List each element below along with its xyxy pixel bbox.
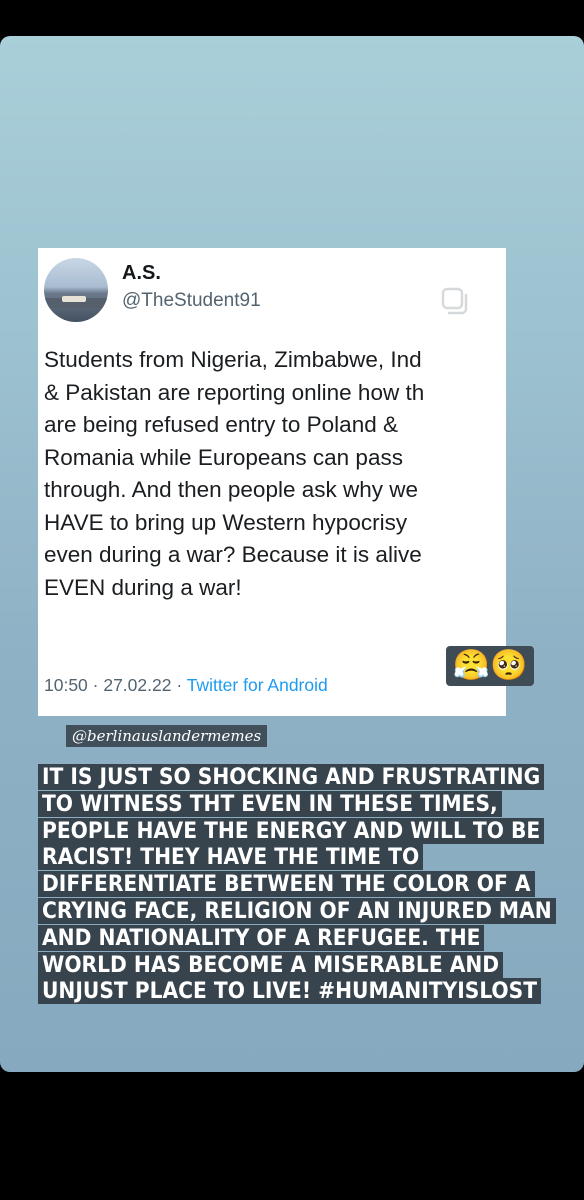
tweet-text: Students from Nigeria, Zimbabwe, Ind & P… bbox=[44, 347, 425, 600]
tweet-display-name: A.S. bbox=[122, 262, 161, 284]
emoji-sticker: 😤🥺 bbox=[446, 646, 534, 686]
watermark-handle: @berlinauslandermemes bbox=[66, 725, 268, 747]
tweet-timestamp: 10:50 · 27.02.22 · bbox=[44, 675, 187, 695]
tweet-source-link[interactable]: Twitter for Android bbox=[187, 675, 328, 695]
story-caption-text: IT IS JUST SO SHOCKING AND FRUSTRATING T… bbox=[38, 764, 556, 1005]
tweet-screenshot: A.S. @TheStudent91 Students from Nigeria… bbox=[38, 248, 506, 716]
story-background: A.S. @TheStudent91 Students from Nigeria… bbox=[0, 36, 584, 1072]
avatar bbox=[44, 258, 108, 322]
story-caption: IT IS JUST SO SHOCKING AND FRUSTRATING T… bbox=[38, 764, 558, 1005]
tweet-handle: @TheStudent91 bbox=[122, 290, 261, 311]
tweet-meta: 10:50 · 27.02.22 · Twitter for Android bbox=[44, 675, 328, 696]
copy-icon bbox=[441, 287, 468, 315]
avatar-boat bbox=[62, 296, 86, 302]
